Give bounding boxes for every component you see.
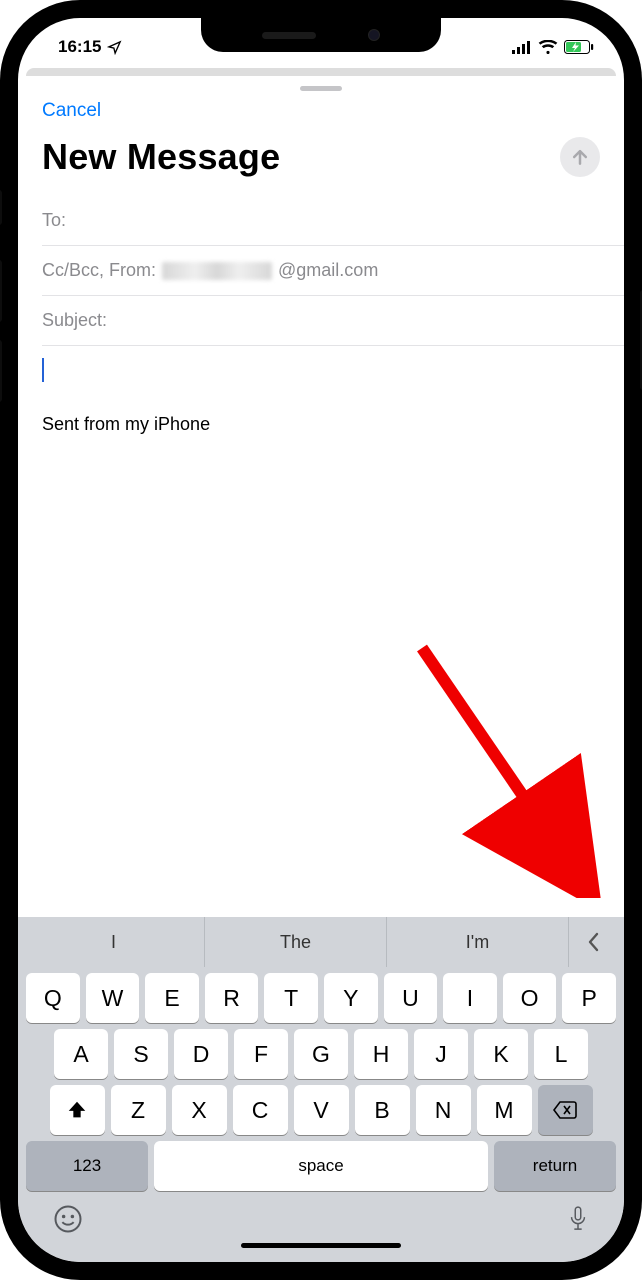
key-s[interactable]: S	[114, 1029, 168, 1079]
key-d[interactable]: D	[174, 1029, 228, 1079]
key-w[interactable]: W	[86, 973, 140, 1023]
key-q[interactable]: Q	[26, 973, 80, 1023]
key-k[interactable]: K	[474, 1029, 528, 1079]
cellular-icon	[512, 41, 532, 54]
volume-down-button	[0, 340, 2, 402]
key-p[interactable]: P	[562, 973, 616, 1023]
to-label: To:	[42, 210, 66, 231]
format-bar-toggle[interactable]	[569, 917, 619, 967]
from-domain: @gmail.com	[278, 260, 378, 281]
key-e[interactable]: E	[145, 973, 199, 1023]
to-field[interactable]: To:	[42, 196, 624, 246]
chevron-left-icon	[586, 931, 602, 953]
backspace-icon	[552, 1100, 578, 1120]
wifi-icon	[538, 40, 558, 54]
emoji-icon	[53, 1204, 83, 1234]
key-v[interactable]: V	[294, 1085, 349, 1135]
key-h[interactable]: H	[354, 1029, 408, 1079]
key-f[interactable]: F	[234, 1029, 288, 1079]
text-cursor	[42, 358, 44, 382]
key-x[interactable]: X	[172, 1085, 227, 1135]
signature-text: Sent from my iPhone	[42, 414, 600, 435]
return-key[interactable]: return	[494, 1141, 616, 1191]
subject-label: Subject:	[42, 310, 107, 331]
key-y[interactable]: Y	[324, 973, 378, 1023]
key-o[interactable]: O	[503, 973, 557, 1023]
notch	[201, 18, 441, 52]
prediction-1[interactable]: I	[23, 917, 205, 967]
space-key[interactable]: space	[154, 1141, 488, 1191]
key-t[interactable]: T	[264, 973, 318, 1023]
shift-key[interactable]	[50, 1085, 105, 1135]
microphone-icon	[567, 1204, 589, 1234]
key-m[interactable]: M	[477, 1085, 532, 1135]
location-icon	[107, 40, 122, 55]
sheet-grabber[interactable]	[300, 86, 342, 91]
arrow-up-icon	[570, 147, 590, 167]
key-c[interactable]: C	[233, 1085, 288, 1135]
mute-switch	[0, 190, 2, 225]
home-indicator[interactable]	[241, 1243, 401, 1248]
iphone-frame: 16:15 Cancel New Message To:	[0, 0, 642, 1280]
key-z[interactable]: Z	[111, 1085, 166, 1135]
page-title: New Message	[42, 136, 280, 178]
subject-field[interactable]: Subject:	[42, 296, 624, 346]
shift-icon	[66, 1099, 88, 1121]
key-u[interactable]: U	[384, 973, 438, 1023]
key-b[interactable]: B	[355, 1085, 410, 1135]
key-n[interactable]: N	[416, 1085, 471, 1135]
send-button[interactable]	[560, 137, 600, 177]
key-r[interactable]: R	[205, 973, 259, 1023]
volume-up-button	[0, 260, 2, 322]
background-sheet-peek	[26, 68, 616, 76]
compose-sheet: Cancel New Message To: Cc/Bcc, From: @gm…	[18, 78, 624, 435]
key-l[interactable]: L	[534, 1029, 588, 1079]
screen: 16:15 Cancel New Message To:	[18, 18, 624, 1262]
prediction-3[interactable]: I'm	[387, 917, 569, 967]
keyboard: I The I'm Q W E R T Y U I O P A	[18, 917, 624, 1262]
prediction-2[interactable]: The	[205, 917, 387, 967]
cc-bcc-from-field[interactable]: Cc/Bcc, From: @gmail.com	[42, 246, 624, 296]
message-body[interactable]: Sent from my iPhone	[18, 346, 624, 435]
battery-icon	[564, 40, 594, 54]
backspace-key[interactable]	[538, 1085, 593, 1135]
status-time: 16:15	[58, 37, 101, 57]
dictation-key[interactable]	[567, 1204, 589, 1239]
key-i[interactable]: I	[443, 973, 497, 1023]
cancel-button[interactable]: Cancel	[18, 78, 125, 132]
emoji-key[interactable]	[53, 1204, 83, 1239]
key-g[interactable]: G	[294, 1029, 348, 1079]
annotation-arrow	[402, 638, 602, 898]
key-a[interactable]: A	[54, 1029, 108, 1079]
ccbcc-label: Cc/Bcc, From:	[42, 260, 156, 281]
prediction-bar: I The I'm	[23, 917, 619, 967]
key-j[interactable]: J	[414, 1029, 468, 1079]
numeric-key[interactable]: 123	[26, 1141, 148, 1191]
from-address-redacted	[162, 262, 272, 280]
